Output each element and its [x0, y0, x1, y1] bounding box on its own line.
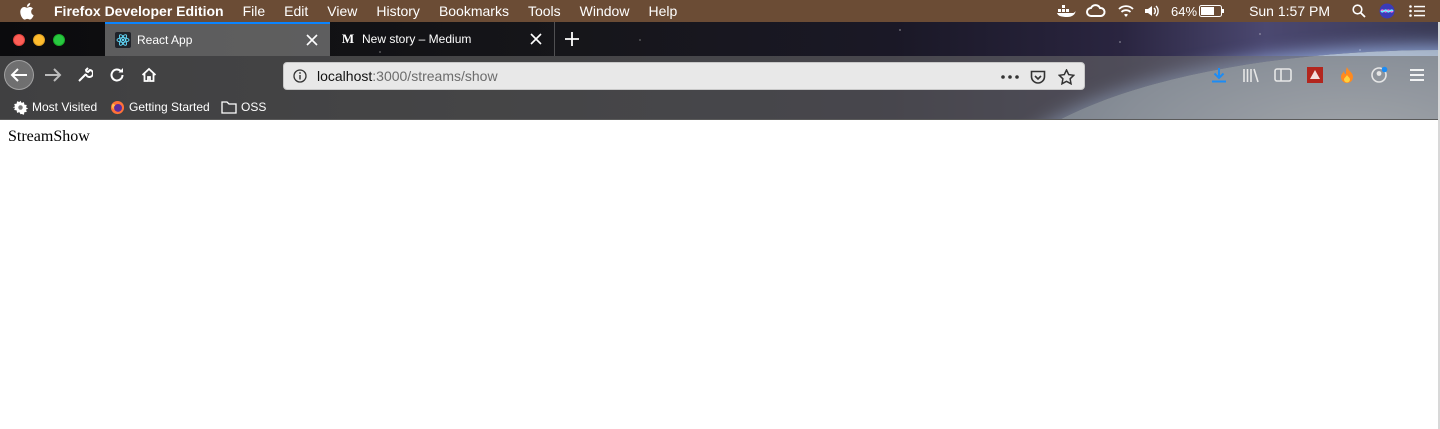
- back-button[interactable]: [4, 60, 34, 90]
- spotlight-icon[interactable]: [1348, 0, 1370, 22]
- menu-view[interactable]: View: [327, 3, 357, 19]
- tab-title: New story – Medium: [362, 32, 472, 46]
- more-actions-icon[interactable]: [998, 66, 1022, 88]
- zoom-window-button[interactable]: [53, 34, 65, 46]
- library-icon[interactable]: [1239, 63, 1263, 87]
- forward-button[interactable]: [38, 60, 68, 90]
- browser-chrome: React App M New story – Medium localhost…: [0, 22, 1438, 119]
- macos-menu-bar: Firefox Developer Edition File Edit View…: [0, 0, 1440, 22]
- wifi-icon[interactable]: [1115, 0, 1137, 22]
- hamburger-menu-icon[interactable]: [1405, 63, 1429, 87]
- menu-help[interactable]: Help: [648, 3, 677, 19]
- menu-history[interactable]: History: [376, 3, 420, 19]
- site-info-icon[interactable]: [292, 68, 308, 84]
- tab-title: React App: [137, 33, 193, 47]
- extension-red-icon[interactable]: [1303, 63, 1327, 87]
- battery-percent: 64%: [1171, 3, 1198, 19]
- developer-wrench-icon[interactable]: [70, 60, 100, 90]
- menu-tools[interactable]: Tools: [528, 3, 561, 19]
- page-content: StreamShow: [0, 119, 1438, 429]
- home-icon[interactable]: [134, 60, 164, 90]
- url-path: :3000/streams/show: [372, 68, 498, 84]
- bookmark-label: OSS: [241, 100, 267, 114]
- bookmark-getting-started[interactable]: Getting Started: [109, 98, 210, 116]
- close-tab-icon[interactable]: [524, 27, 548, 51]
- minimize-window-button[interactable]: [33, 34, 45, 46]
- react-icon: [115, 32, 131, 48]
- page-text: StreamShow: [8, 128, 90, 145]
- navigation-toolbar: localhost:3000/streams/show: [0, 56, 1438, 96]
- tab-medium[interactable]: M New story – Medium: [330, 22, 555, 56]
- creative-cloud-icon[interactable]: [1085, 0, 1107, 22]
- firefox-icon: [109, 99, 125, 115]
- folder-icon: [221, 99, 237, 115]
- close-tab-icon[interactable]: [300, 28, 324, 52]
- new-tab-icon[interactable]: [560, 27, 584, 51]
- account-icon[interactable]: [1367, 63, 1391, 87]
- tab-bar: React App M New story – Medium: [0, 22, 1438, 56]
- bookmark-star-icon[interactable]: [1054, 66, 1078, 88]
- bookmarks-toolbar: Most Visited Getting Started OSS: [0, 96, 1438, 119]
- extension-fire-icon[interactable]: [1335, 63, 1359, 87]
- gear-icon: [12, 99, 28, 115]
- bookmark-folder-oss[interactable]: OSS: [221, 98, 266, 116]
- bookmark-label: Getting Started: [129, 100, 210, 114]
- bookmark-most-visited[interactable]: Most Visited: [12, 98, 97, 116]
- menubar-clock[interactable]: Sun 1:57 PM: [1249, 3, 1330, 19]
- menu-bookmarks[interactable]: Bookmarks: [439, 3, 509, 19]
- url-host: localhost: [317, 68, 373, 84]
- menu-edit[interactable]: Edit: [284, 3, 308, 19]
- apple-menu-icon[interactable]: [20, 2, 36, 20]
- battery-icon[interactable]: [1197, 0, 1227, 22]
- medium-icon: M: [341, 31, 355, 46]
- bookmark-label: Most Visited: [32, 100, 98, 114]
- menu-file[interactable]: File: [243, 3, 266, 19]
- menu-window[interactable]: Window: [580, 3, 630, 19]
- pocket-icon[interactable]: [1026, 66, 1050, 88]
- sidebar-icon[interactable]: [1271, 63, 1295, 87]
- docker-icon[interactable]: [1055, 0, 1077, 22]
- downloads-icon[interactable]: [1207, 63, 1231, 87]
- url-bar[interactable]: localhost:3000/streams/show: [283, 62, 1085, 90]
- tab-react-app[interactable]: React App: [105, 22, 330, 56]
- close-window-button[interactable]: [13, 34, 25, 46]
- notification-center-icon[interactable]: [1406, 0, 1428, 22]
- volume-icon[interactable]: [1141, 0, 1163, 22]
- reload-icon[interactable]: [102, 60, 132, 90]
- siri-icon[interactable]: [1376, 0, 1398, 22]
- app-menu[interactable]: Firefox Developer Edition: [54, 3, 224, 19]
